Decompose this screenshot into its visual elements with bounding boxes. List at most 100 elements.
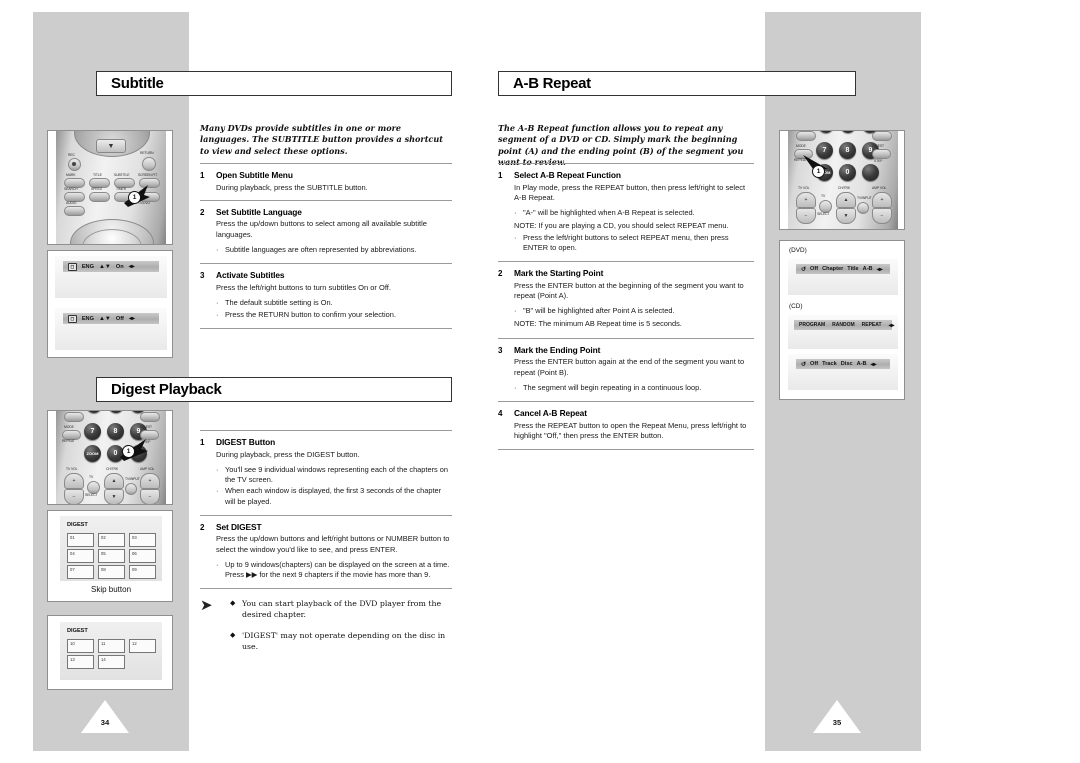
number-key-8[interactable]: 8: [839, 142, 856, 159]
digest-notes-block: ➤ ◆ You can start playback of the DVD pl…: [200, 598, 452, 662]
amp-volume-down-button[interactable]: −: [140, 489, 160, 504]
effect-button[interactable]: [140, 412, 160, 422]
amp-volume-up-button[interactable]: +: [140, 473, 160, 489]
digest-cell[interactable]: 10: [67, 639, 94, 653]
bullet-item: · When each window is displayed, the fir…: [216, 486, 452, 506]
osd-option-track: Track: [822, 361, 837, 367]
speed-button[interactable]: [89, 192, 110, 202]
tv-input-button[interactable]: [857, 202, 869, 214]
bullet-list: · The segment will begin repeating in a …: [514, 383, 754, 393]
step-number: 1: [200, 171, 205, 180]
amp-volume-down-button[interactable]: −: [872, 208, 892, 224]
digest-cell[interactable]: 09: [129, 565, 156, 579]
bullet-dot-icon: ·: [216, 298, 219, 308]
step-item: 3 Activate Subtitles Press the left/righ…: [200, 264, 452, 327]
step-note: NOTE: If you are playing a CD, you shoul…: [514, 220, 729, 230]
note-text: You can start playback of the DVD player…: [242, 599, 442, 619]
zoom-key[interactable]: ZOOM: [84, 445, 101, 462]
section-header-digest-playback: Digest Playback: [96, 377, 452, 402]
number-key-5[interactable]: [108, 411, 124, 413]
bullet-item: · Press the RETURN button to confirm you…: [216, 310, 452, 320]
manual-page-spread: Subtitle Many DVDs provide subtitles in …: [0, 0, 1080, 763]
repeat-loop-icon: ↺: [801, 361, 807, 368]
number-key-4[interactable]: [818, 131, 834, 133]
digest-cell[interactable]: 01: [67, 533, 94, 547]
channel-down-button[interactable]: ▼: [836, 208, 856, 224]
section-title-text: A-B Repeat: [513, 75, 591, 92]
tv-volume-down-button[interactable]: −: [64, 489, 84, 504]
digest-cell[interactable]: 07: [67, 565, 94, 579]
return-button[interactable]: [142, 157, 156, 171]
bullet-list: · "B" will be highlighted after Point A …: [514, 306, 754, 328]
subtitle-window-icon: ◻: [68, 262, 77, 271]
key-label-mode: MODE: [796, 144, 806, 148]
key-label-tvinput: TV/INPUT: [857, 196, 872, 200]
key-label-chtrk: CH/TRK: [106, 467, 119, 471]
step-text: During playback, press the SUBTITLE butt…: [216, 182, 368, 192]
step-heading: Set DIGEST: [216, 521, 262, 532]
step-heading: Select A-B Repeat Function: [514, 170, 621, 180]
bullet-dot-icon: ·: [514, 383, 517, 393]
subtitle-intro-paragraph: Many DVDs provide subtitles in one or mo…: [200, 123, 443, 156]
tv-input-button[interactable]: [125, 483, 137, 495]
page-number-shape-left: [81, 700, 129, 733]
digest-cell[interactable]: 02: [98, 533, 125, 547]
step-text: Press the ENTER button at the beginning …: [514, 280, 744, 301]
key-label-ampvol: AMP VOL: [872, 186, 887, 190]
digest-screen-title: DIGEST: [67, 628, 88, 634]
bullet-text: "A-" will be highlighted when A-B Repeat…: [523, 208, 695, 218]
digest-cell[interactable]: 14: [98, 655, 125, 669]
key-label-repeat: REPEAT: [62, 439, 75, 443]
tv-volume-up-button[interactable]: +: [64, 473, 84, 489]
channel-up-button[interactable]: ▲: [836, 192, 856, 208]
step-text: Press the up/down buttons to select amon…: [216, 219, 427, 239]
nav-down-button[interactable]: ▼: [96, 139, 126, 153]
digest-cell[interactable]: 06: [129, 549, 156, 563]
amp-volume-up-button[interactable]: +: [872, 192, 892, 208]
digest-button[interactable]: [872, 149, 891, 159]
key-label-select: SELECT: [817, 212, 830, 216]
tv-volume-up-button[interactable]: +: [796, 192, 816, 208]
audio-button[interactable]: [64, 206, 85, 216]
test-button[interactable]: [796, 131, 816, 141]
key-label-mark: MARK: [66, 173, 76, 177]
channel-up-button[interactable]: ▲: [104, 473, 124, 489]
digest-screen-panel-1: DIGEST 01 02 03 04 05 06 07 08 09 Skip b…: [47, 510, 173, 602]
step-heading: Mark the Ending Point: [514, 344, 601, 355]
step-text: Press the up/down buttons and left/right…: [216, 534, 450, 554]
page-number-right: 35: [832, 718, 842, 727]
number-key-0[interactable]: 0: [839, 164, 856, 181]
digest-cell[interactable]: 11: [98, 639, 125, 653]
bullet-item: · The segment will begin repeating in a …: [514, 383, 754, 393]
digest-cell[interactable]: 13: [67, 655, 94, 669]
key-label-audio: AUDIO: [66, 201, 77, 205]
tv-volume-down-button[interactable]: −: [796, 208, 816, 224]
test-button[interactable]: [64, 412, 84, 422]
digest-cell[interactable]: 05: [98, 549, 125, 563]
bullet-text: Up to 9 windows(chapters) can be display…: [225, 560, 450, 580]
digest-cell[interactable]: 03: [129, 533, 156, 547]
bullet-list: · The default subtitle setting is On. · …: [216, 298, 452, 319]
enter-key[interactable]: [862, 164, 879, 181]
effect-button[interactable]: [872, 131, 892, 141]
number-key-7[interactable]: 7: [84, 423, 101, 440]
digest-cell[interactable]: 04: [67, 549, 94, 563]
number-key-5[interactable]: [840, 131, 856, 133]
key-label-digest: DIGEST: [872, 144, 885, 148]
key-label-tvvol: TV VOL: [798, 186, 810, 190]
section-header-ab-repeat: A-B Repeat: [498, 71, 856, 96]
number-key-4[interactable]: [86, 411, 102, 413]
key-label-tv: TV: [89, 475, 94, 479]
repeat-loop-icon: ↺: [801, 266, 807, 273]
key-label-rec: REC: [68, 153, 75, 157]
bullet-list: · You'll see 9 individual windows repres…: [216, 465, 452, 507]
digest-cell[interactable]: 08: [98, 565, 125, 579]
osd-card-on: ◻ ENG ▲▼ On ◂▸: [55, 256, 167, 298]
step-item: 1 Open Subtitle Menu During playback, pr…: [200, 164, 452, 200]
channel-down-button[interactable]: ▼: [104, 489, 124, 504]
step-number: 3: [200, 271, 205, 281]
callout-badge-1: 1: [812, 165, 825, 178]
digest-cell[interactable]: 12: [129, 639, 156, 653]
digest-screen-title: DIGEST: [67, 522, 88, 528]
key-label-tv: TV: [821, 194, 826, 198]
